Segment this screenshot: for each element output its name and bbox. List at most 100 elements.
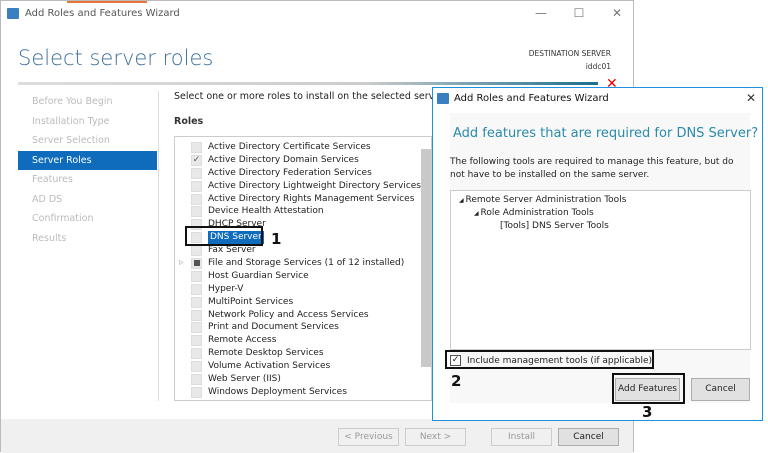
minimize-icon[interactable]: —	[531, 6, 551, 20]
roles-label: Roles	[174, 116, 204, 127]
role-label: Windows Deployment Services	[208, 386, 347, 397]
instruction-text: Select one or more roles to install on t…	[174, 91, 447, 102]
role-label: Host Guardian Service	[208, 270, 309, 281]
dialog-cancel-button[interactable]: Cancel	[691, 378, 750, 401]
role-label: Remote Access	[208, 335, 277, 346]
role-checkbox[interactable]	[191, 167, 202, 179]
role-checkbox[interactable]	[191, 296, 202, 308]
role-checkbox[interactable]	[191, 335, 202, 347]
tree-item: [Tools] DNS Server Tools	[500, 221, 609, 231]
role-label: Volume Activation Services	[208, 361, 331, 372]
wizard-app-icon	[7, 8, 19, 19]
scrollbar[interactable]	[421, 149, 431, 367]
role-item[interactable]: Active Directory Federation Services	[175, 167, 431, 180]
sidebar-item-features[interactable]: Features	[18, 170, 157, 190]
role-item[interactable]: Windows Deployment Services	[175, 386, 431, 399]
role-checkbox[interactable]: ✓	[191, 154, 202, 166]
taskbar-accent	[67, 1, 147, 3]
role-checkbox[interactable]	[191, 245, 202, 257]
role-item[interactable]: MultiPoint Services	[175, 296, 431, 309]
role-checkbox[interactable]	[191, 193, 202, 205]
roles-list[interactable]: Active Directory Certificate Services ✓ Ac…	[174, 136, 432, 401]
next-button[interactable]: Next >	[405, 428, 466, 446]
sidebar-item-server-selection[interactable]: Server Selection	[18, 131, 157, 151]
role-checkbox[interactable]	[191, 348, 202, 360]
role-item[interactable]: Print and Document Services	[175, 321, 431, 334]
role-checkbox[interactable]	[191, 386, 202, 398]
role-item[interactable]: Active Directory Certificate Services	[175, 141, 431, 154]
dialog-close-icon[interactable]: ✕	[741, 91, 761, 105]
install-button[interactable]: Install	[491, 428, 552, 446]
dialog-heading: Add features that are required for DNS S…	[453, 126, 759, 141]
add-features-dialog: Add Roles and Features Wizard ✕ Add feat…	[432, 87, 763, 421]
role-label: Active Directory Federation Services	[208, 167, 372, 178]
sidebar-item-results[interactable]: Results	[18, 229, 157, 249]
role-checkbox[interactable]	[191, 180, 202, 192]
role-label: Active Directory Rights Management Servi…	[208, 193, 415, 204]
tree-item: ◢ Role Administration Tools	[474, 208, 594, 218]
role-checkbox[interactable]	[191, 270, 202, 282]
wizard-steps: Before You Begin Installation Type Server …	[18, 92, 157, 248]
role-label: Hyper-V	[208, 283, 244, 294]
role-item[interactable]: Network Policy and Access Services	[175, 309, 431, 322]
previous-button[interactable]: < Previous	[338, 428, 399, 446]
annotation-box-dns	[185, 226, 263, 246]
role-label: Print and Document Services	[208, 322, 339, 333]
role-label: Active Directory Certificate Services	[208, 142, 371, 152]
dialog-description: The following tools are required to mana…	[450, 157, 734, 180]
sidebar-item-before-you-begin[interactable]: Before You Begin	[18, 92, 157, 112]
role-item[interactable]: ✓ Active Directory Domain Services	[175, 154, 431, 167]
role-checkbox[interactable]	[191, 361, 202, 373]
cancel-button[interactable]: Cancel	[558, 428, 619, 446]
annotation-3: 3	[642, 403, 653, 421]
role-checkbox[interactable]	[191, 309, 202, 321]
role-item[interactable]: Active Directory Lightweight Directory S…	[175, 180, 431, 193]
destination-label: DESTINATION SERVER	[528, 49, 611, 58]
close-icon[interactable]: ✕	[607, 6, 627, 20]
role-checkbox[interactable]	[191, 373, 202, 385]
role-item[interactable]: Active Directory Rights Management Servi…	[175, 193, 431, 206]
sidebar-item-ad-ds[interactable]: AD DS	[18, 190, 157, 210]
role-item[interactable]: Device Health Attestation	[175, 205, 431, 218]
role-label: Device Health Attestation	[208, 206, 324, 217]
sidebar-item-installation-type[interactable]: Installation Type	[18, 112, 157, 132]
role-item[interactable]: Hyper-V	[175, 283, 431, 296]
role-checkbox[interactable]	[191, 206, 202, 218]
role-label: Web Server (IIS)	[208, 374, 281, 385]
role-label: Active Directory Domain Services	[208, 154, 359, 165]
sidebar-item-server-roles[interactable]: Server Roles	[18, 150, 157, 170]
role-item[interactable]: Host Guardian Service	[175, 270, 431, 283]
role-checkbox[interactable]	[191, 141, 202, 153]
role-item[interactable]: Volume Activation Services	[175, 360, 431, 373]
annotation-1: 1	[271, 230, 282, 248]
annotation-box-include-tools	[445, 350, 654, 369]
role-checkbox[interactable]	[191, 283, 202, 295]
role-label: Active Directory Lightweight Directory S…	[208, 180, 421, 191]
header-progress-divider	[18, 82, 598, 85]
role-item[interactable]: Remote Access	[175, 334, 431, 347]
role-label: Remote Desktop Services	[208, 348, 324, 359]
role-label: Fax Server	[208, 245, 256, 256]
expand-arrow-icon[interactable]: ▷	[179, 257, 191, 270]
role-item[interactable]: ▷ File and Storage Services (1 of 12 inst…	[175, 257, 431, 270]
destination-server: DESTINATION SERVER iddc01	[529, 47, 611, 73]
page-title: Select server roles	[18, 46, 214, 70]
role-checkbox[interactable]	[191, 257, 202, 269]
divider	[158, 91, 159, 401]
tree-item: ◢ Remote Server Administration Tools	[459, 195, 627, 205]
wizard-app-icon	[437, 93, 449, 104]
annotation-box-add-features	[612, 373, 685, 404]
sidebar-item-confirmation[interactable]: Confirmation	[18, 209, 157, 229]
role-checkbox[interactable]	[191, 322, 202, 334]
role-item[interactable]: Web Server (IIS)	[175, 373, 431, 386]
destination-value: iddc01	[585, 62, 611, 71]
role-item[interactable]: Remote Desktop Services	[175, 347, 431, 360]
role-label: File and Storage Services (1 of 12 insta…	[208, 258, 405, 269]
role-label: Network Policy and Access Services	[208, 309, 369, 320]
feature-tree: ◢ Remote Server Administration Tools ◢ R…	[450, 190, 751, 350]
role-label: MultiPoint Services	[208, 296, 294, 307]
annotation-2: 2	[451, 372, 462, 390]
dialog-title: Add Roles and Features Wizard	[454, 93, 609, 104]
role-item[interactable]: Fax Server	[175, 244, 431, 257]
maximize-icon[interactable]: ☐	[569, 6, 589, 20]
